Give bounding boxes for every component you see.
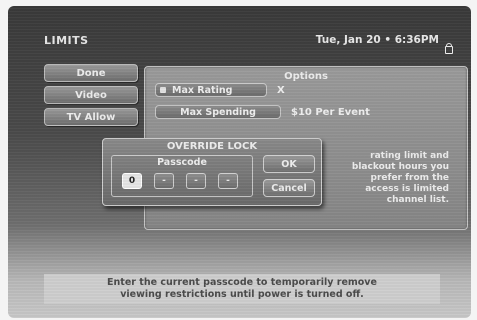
description-line: blackout hours you — [351, 162, 449, 172]
description-line: access is limited — [365, 184, 449, 194]
ok-button[interactable]: OK — [263, 155, 315, 173]
options-description: rating limit and blackout hours you pref… — [333, 151, 449, 206]
max-spending-label: Max Spending — [180, 106, 256, 118]
dialog-title: OVERRIDE LOCK — [166, 141, 258, 152]
hint-line-2: viewing restrictions until power is turn… — [120, 289, 364, 300]
passcode-digit-2[interactable]: - — [154, 173, 174, 189]
passcode-group: Passcode 0 - - - — [111, 155, 253, 197]
done-button[interactable]: Done — [44, 64, 138, 82]
max-rating-button[interactable]: Max Rating — [155, 83, 267, 97]
video-button[interactable]: Video — [44, 86, 138, 104]
tv-screen: LIMITS Tue, Jan 20 • 6:36PM Done Video T… — [8, 6, 471, 318]
square-bullet-icon — [160, 87, 166, 93]
screen-title: LIMITS — [44, 34, 89, 47]
passcode-label: Passcode — [157, 157, 207, 168]
tv-allow-button[interactable]: TV Allow — [44, 108, 138, 126]
description-line: channel list. — [386, 195, 449, 205]
hint-line-1: Enter the current passcode to temporaril… — [107, 277, 377, 288]
lock-icon — [445, 43, 453, 54]
cancel-button[interactable]: Cancel — [263, 179, 315, 197]
max-rating-value: X — [277, 85, 285, 96]
max-rating-label: Max Rating — [172, 84, 233, 96]
options-title: Options — [284, 71, 328, 82]
hint-bar: Enter the current passcode to temporaril… — [44, 274, 440, 304]
override-lock-dialog: OVERRIDE LOCK Passcode 0 - - - OK Cancel — [102, 138, 322, 206]
passcode-digit-4[interactable]: - — [218, 173, 238, 189]
date-time: Tue, Jan 20 • 6:36PM — [315, 34, 439, 46]
passcode-digit-1[interactable]: 0 — [122, 173, 142, 189]
passcode-digit-3[interactable]: - — [186, 173, 206, 189]
description-line: prefer from the — [370, 173, 449, 183]
max-spending-button[interactable]: Max Spending — [155, 105, 281, 119]
description-line: rating limit and — [370, 151, 449, 161]
max-spending-value: $10 Per Event — [291, 107, 370, 118]
